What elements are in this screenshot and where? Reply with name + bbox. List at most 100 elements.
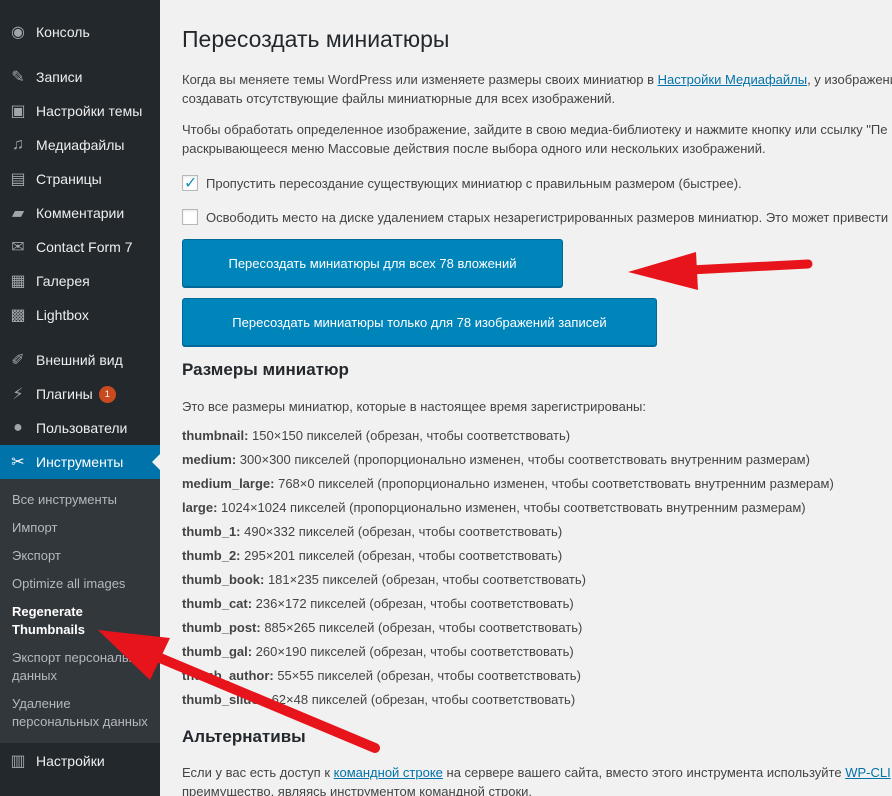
sidebar-item-13[interactable]: ▥ Настройки <box>0 744 160 778</box>
size-name: medium_large: <box>182 476 275 491</box>
intro-text-line2: создавать отсутствующие файлы миниатюрны… <box>182 91 616 106</box>
delete-old-option[interactable]: Освободить место на диске удалением стар… <box>182 208 892 226</box>
sidebar-item-label: Медиафайлы <box>36 137 125 153</box>
size-name: thumb_post: <box>182 620 261 635</box>
intro-paragraph: Когда вы меняете темы WordPress или изме… <box>182 70 892 108</box>
regenerate-featured-button[interactable]: Пересоздать миниатюры только для 78 изоб… <box>182 298 657 346</box>
size-desc: 295×201 пикселей (обрезан, чтобы соответ… <box>240 548 563 563</box>
submenu-item-3[interactable]: Optimize all images <box>12 575 157 593</box>
submenu-item-5[interactable]: Экспорт персональных данных <box>12 649 157 685</box>
theme-settings-icon: ▣ <box>10 103 26 120</box>
intro-text: Когда вы меняете темы WordPress или изме… <box>182 72 658 87</box>
size-name: thumb_1: <box>182 524 241 539</box>
sidebar-item-8[interactable]: ▩ Lightbox <box>0 298 160 332</box>
info-paragraph: Чтобы обработать определенное изображени… <box>182 120 892 158</box>
submenu-item-1[interactable]: Импорт <box>12 519 157 537</box>
users-icon: ● <box>13 419 23 436</box>
sidebar-item-label: Настройки темы <box>36 103 143 119</box>
sidebar-item-11[interactable]: ● Пользователи <box>0 411 160 445</box>
sidebar-item-12[interactable]: ✂ Инструменты <box>0 445 160 479</box>
sidebar-item-10[interactable]: ⚡ Плагины 1 <box>0 377 160 411</box>
intro-text-after: , у изображений <box>807 72 892 87</box>
size-desc: 1024×1024 пикселей (пропорционально изме… <box>217 500 806 515</box>
regenerate-all-button[interactable]: Пересоздать миниатюры для всех 78 вложен… <box>182 239 563 287</box>
skip-existing-checkbox[interactable] <box>182 173 198 193</box>
plugins-update-badge: 1 <box>98 385 116 403</box>
alt-text-line2: преимущество, являясь инструментом коман… <box>182 784 533 796</box>
submenu-item-0[interactable]: Все инструменты <box>12 491 157 509</box>
info-line1: Чтобы обработать определенное изображени… <box>182 122 888 137</box>
sidebar-item-label: Страницы <box>36 171 102 187</box>
size-row: medium_large: 768×0 пикселей (пропорцион… <box>182 476 834 491</box>
alternatives-paragraph: Если у вас есть доступ к командной строк… <box>182 763 892 796</box>
sizes-intro: Это все размеры миниатюр, которые в наст… <box>182 399 646 414</box>
size-name: thumb_2: <box>182 548 241 563</box>
comments-icon: ▰ <box>11 205 25 222</box>
appearance-icon: ✐ <box>11 352 25 369</box>
size-name: thumb_author: <box>182 668 274 683</box>
size-desc: 768×0 пикселей (пропорционально изменен,… <box>274 476 834 491</box>
alt-text-middle: на сервере вашего сайта, вместо этого ин… <box>442 765 846 780</box>
size-desc: 300×300 пикселей (пропорционально измене… <box>236 452 810 467</box>
alt-text: Если у вас есть доступ к <box>182 765 334 780</box>
sidebar-item-0[interactable]: ◉ Консоль <box>0 15 160 49</box>
sidebar-item-1[interactable]: ✎ Записи <box>0 60 160 94</box>
size-name: thumb_slider: <box>182 692 268 707</box>
alternatives-heading: Альтернативы <box>182 727 306 746</box>
sidebar-item-6[interactable]: ✉ Contact Form 7 <box>0 230 160 264</box>
size-desc: 181×235 пикселей (обрезан, чтобы соответ… <box>264 572 586 587</box>
main-content: Пересоздать миниатюры Когда вы меняете т… <box>160 0 892 796</box>
sizes-heading: Размеры миниатюр <box>182 360 349 379</box>
size-row: thumb_1: 490×332 пикселей (обрезан, чтоб… <box>182 524 562 539</box>
info-line2: раскрывающееся меню Массовые действия по… <box>182 141 766 156</box>
skip-existing-option[interactable]: Пропустить пересоздание существующих мин… <box>182 173 742 193</box>
size-desc: 885×265 пикселей (обрезан, чтобы соответ… <box>260 620 583 635</box>
sidebar-item-2[interactable]: ▣ Настройки темы <box>0 94 160 128</box>
sidebar-item-4[interactable]: ▤ Страницы <box>0 162 160 196</box>
sidebar-item-label: Комментарии <box>36 205 125 221</box>
size-name: thumb_cat: <box>182 596 253 611</box>
sidebar-item-label: Инструменты <box>36 454 124 470</box>
sidebar-item-label: Пользователи <box>36 420 128 436</box>
size-row: thumb_post: 885×265 пикселей (обрезан, ч… <box>182 620 582 635</box>
size-desc: 55×55 пикселей (обрезан, чтобы соответст… <box>273 668 581 683</box>
size-desc: 236×172 пикселей (обрезан, чтобы соответ… <box>252 596 574 611</box>
tools-submenu: Все инструменты Импорт Экспорт Optimize all… <box>0 479 160 743</box>
size-name: thumb_book: <box>182 572 265 587</box>
size-desc: 150×150 пикселей (обрезан, чтобы соответ… <box>248 428 571 443</box>
size-desc: 260×190 пикселей (обрезан, чтобы соответ… <box>252 644 574 659</box>
sidebar-item-label: Плагины <box>36 386 93 402</box>
sidebar-item-5[interactable]: ▰ Комментарии <box>0 196 160 230</box>
sidebar-item-3[interactable]: ♫ Медиафайлы <box>0 128 160 162</box>
size-row: large: 1024×1024 пикселей (пропорциональ… <box>182 500 806 515</box>
submenu-item-4[interactable]: Regenerate Thumbnails <box>12 603 157 639</box>
wp-cli-link[interactable]: WP-CLI <box>845 765 891 780</box>
size-row: thumb_2: 295×201 пикселей (обрезан, чтоб… <box>182 548 562 563</box>
size-row: medium: 300×300 пикселей (пропорциональн… <box>182 452 810 467</box>
sidebar-item-9[interactable]: ✐ Внешний вид <box>0 343 160 377</box>
delete-old-checkbox[interactable] <box>182 209 198 225</box>
media-settings-link[interactable]: Настройки Медиафайлы <box>658 72 807 87</box>
lightbox-icon: ▩ <box>10 307 26 324</box>
submenu-item-6[interactable]: Удаление персональных данных <box>12 695 157 731</box>
submenu-item-2[interactable]: Экспорт <box>12 547 157 565</box>
page-title: Пересоздать миниатюры <box>182 26 450 52</box>
sidebar-item-label: Внешний вид <box>36 352 123 368</box>
size-name: medium: <box>182 452 237 467</box>
size-row: thumbnail: 150×150 пикселей (обрезан, чт… <box>182 428 570 443</box>
size-row: thumb_slider: 62×48 пикселей (обрезан, ч… <box>182 692 575 707</box>
media-icon: ♫ <box>12 136 24 153</box>
command-line-link[interactable]: командной строке <box>334 765 443 780</box>
size-row: thumb_gal: 260×190 пикселей (обрезан, чт… <box>182 644 574 659</box>
size-desc: 490×332 пикселей (обрезан, чтобы соответ… <box>240 524 563 539</box>
sidebar-item-label: Галерея <box>36 273 90 289</box>
sidebar-item-label: Настройки <box>36 753 105 769</box>
wrench-icon: ✂ <box>11 454 25 471</box>
skip-existing-label: Пропустить пересоздание существующих мин… <box>206 175 742 191</box>
plugins-icon: ⚡ <box>12 386 24 403</box>
size-desc: 62×48 пикселей (обрезан, чтобы соответст… <box>267 692 576 707</box>
pin-icon: ✎ <box>11 69 25 86</box>
mail-icon: ✉ <box>11 239 25 256</box>
sidebar-item-7[interactable]: ▦ Галерея <box>0 264 160 298</box>
settings-icon: ▥ <box>10 753 26 770</box>
